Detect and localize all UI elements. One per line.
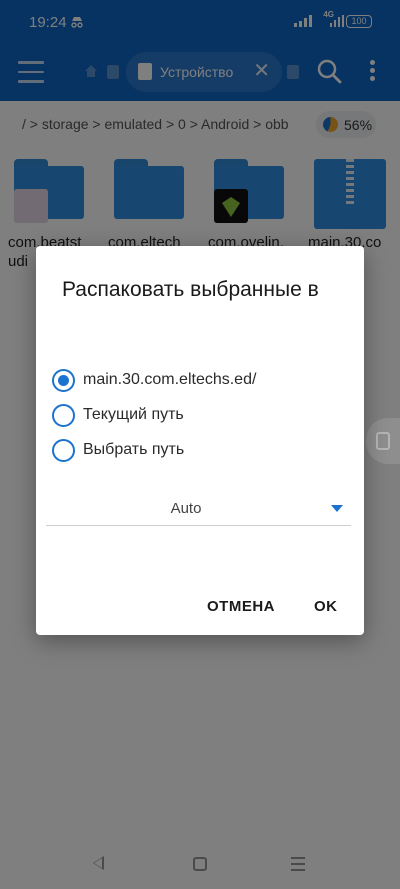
radio-selected-icon[interactable] bbox=[52, 369, 75, 392]
radio-label: Выбрать путь bbox=[83, 441, 185, 458]
dropdown-arrow-icon bbox=[331, 505, 343, 512]
recents-icon[interactable] bbox=[291, 857, 305, 871]
radio-option-current-path[interactable]: Текущий путь bbox=[52, 400, 352, 430]
radio-unselected-icon[interactable] bbox=[52, 404, 75, 427]
cancel-button[interactable]: ОТМЕНА bbox=[207, 598, 275, 615]
dialog-title: Распаковать выбранные в bbox=[62, 278, 319, 301]
back-icon[interactable] bbox=[93, 856, 104, 870]
system-nav-bar bbox=[0, 842, 400, 889]
ok-button[interactable]: OK bbox=[314, 598, 338, 615]
encoding-select[interactable]: Auto bbox=[46, 492, 351, 526]
home-nav-icon[interactable] bbox=[193, 857, 207, 871]
radio-option-archive-folder[interactable]: main.30.com.eltechs.ed/ bbox=[52, 365, 352, 395]
floating-side-handle[interactable] bbox=[366, 418, 400, 464]
radio-label: main.30.com.eltechs.ed/ bbox=[83, 371, 257, 388]
extract-dialog: Распаковать выбранные в main.30.com.elte… bbox=[36, 246, 364, 635]
radio-label: Текущий путь bbox=[83, 406, 184, 423]
encoding-value: Auto bbox=[170, 500, 202, 517]
radio-unselected-icon[interactable] bbox=[52, 439, 75, 462]
radio-option-choose-path[interactable]: Выбрать путь bbox=[52, 435, 352, 465]
